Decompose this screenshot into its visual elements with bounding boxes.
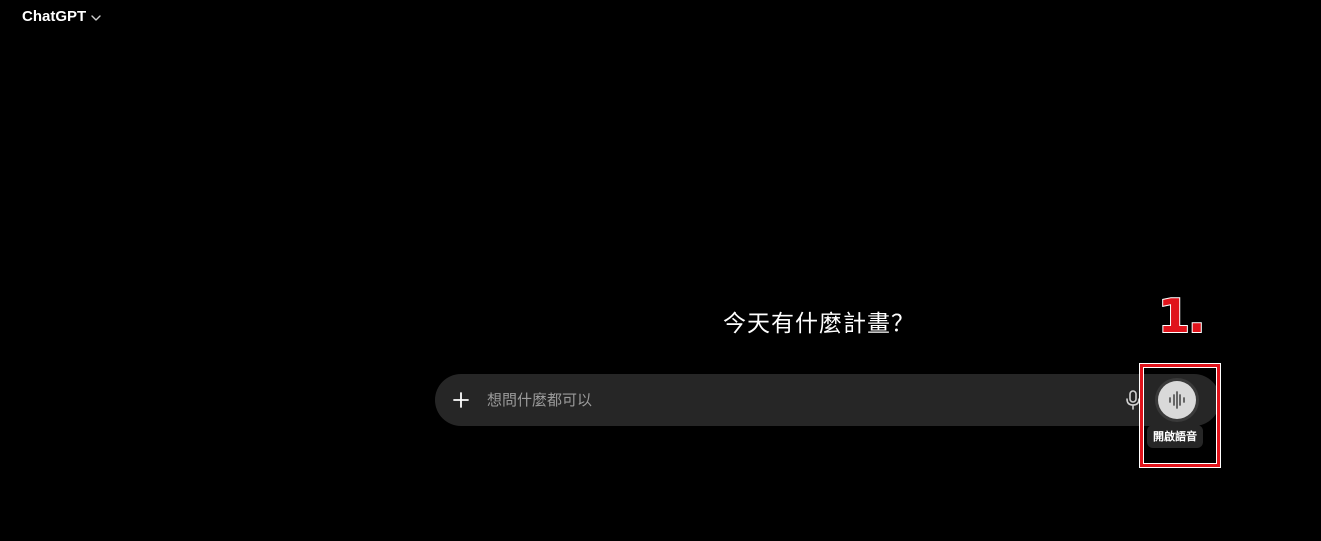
chatgpt-page: ChatGPT 今天有什麼計畫？ 想問什麼都可以 開啟語音 1. (0, 0, 1321, 541)
page-title: 今天有什麼計畫？ (723, 311, 915, 337)
add-attachment-button[interactable] (445, 384, 477, 416)
prompt-input[interactable] (487, 387, 1107, 413)
model-name: ChatGPT (22, 8, 87, 25)
microphone-icon (1125, 390, 1141, 410)
prompt-composer (435, 374, 1220, 426)
plus-icon (452, 391, 470, 409)
model-switcher[interactable]: ChatGPT (22, 7, 102, 27)
annotation-highlight-box (1139, 363, 1221, 468)
chevron-down-icon (90, 12, 102, 24)
annotation-step-number: 1. (1157, 288, 1207, 344)
